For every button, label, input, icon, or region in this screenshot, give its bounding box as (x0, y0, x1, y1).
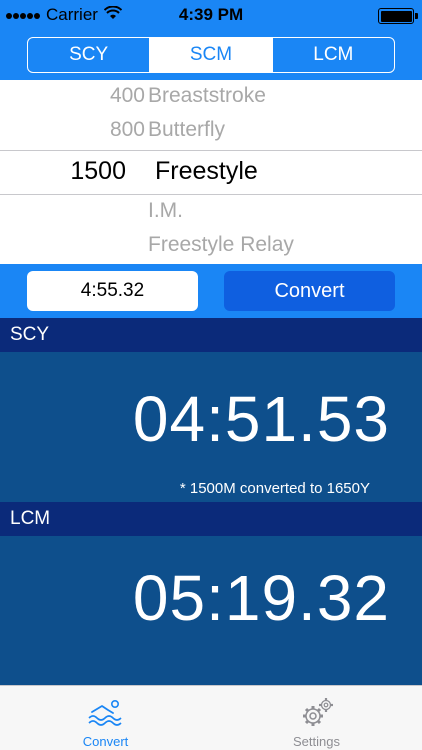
segment-scm[interactable]: SCM (150, 38, 273, 72)
picker-event: Butterfly (148, 118, 226, 141)
picker-distance: 800 (109, 118, 145, 141)
picker-distance: 1500 (70, 157, 126, 185)
swimmer-icon (86, 696, 126, 726)
gears-icon (297, 696, 337, 726)
picker-row[interactable]: 400 Breaststroke (0, 84, 422, 114)
tab-settings-label: Settings (293, 734, 340, 749)
time-input[interactable] (27, 271, 198, 311)
result-panel-scy: 04:51.53 * 1500M converted to 1650Y (0, 352, 422, 502)
picker-row[interactable]: 800 Butterfly (0, 118, 422, 148)
result-panel-lcm: 05:19.32 (0, 536, 422, 685)
picker-row[interactable]: I.M. (0, 199, 422, 229)
converted-time-scy: 04:51.53 (132, 383, 390, 455)
picker-event: Freestyle (155, 157, 258, 185)
tab-settings[interactable]: Settings (211, 686, 422, 750)
clock: 4:39 PM (178, 5, 244, 24)
status-bar: Carrier 4:39 PM (0, 0, 422, 30)
picker-event: I.M. (148, 199, 183, 222)
convert-button[interactable]: Convert (224, 271, 395, 311)
course-selector-bar: SCY SCM LCM (0, 30, 422, 80)
picker-row-selected[interactable]: 1500 Freestyle (0, 157, 422, 187)
picker-distance: 400 (109, 84, 145, 107)
converted-time-lcm: 05:19.32 (132, 562, 390, 634)
conversion-note: * 1500M converted to 1650Y (179, 480, 370, 497)
battery-icon (378, 8, 418, 24)
tab-convert-label: Convert (82, 734, 129, 749)
picker-event: Breaststroke (148, 84, 266, 107)
tab-bar: Convert Settings (0, 685, 422, 750)
picker-selection-line (0, 194, 422, 195)
picker-row[interactable]: Freestyle Relay (0, 233, 422, 263)
picker-selection-line (0, 150, 422, 151)
input-row: Convert (0, 264, 422, 318)
segment-lcm[interactable]: LCM (273, 38, 394, 72)
segment-scy[interactable]: SCY (28, 38, 151, 72)
event-picker[interactable]: 400 Breaststroke 800 Butterfly 1500 Free… (0, 80, 422, 264)
course-segmented-control: SCY SCM LCM (27, 37, 395, 73)
tab-convert[interactable]: Convert (0, 686, 211, 750)
result-header-lcm: LCM (0, 502, 422, 536)
picker-event: Freestyle Relay (148, 233, 294, 256)
result-header-scy: SCY (0, 318, 422, 352)
